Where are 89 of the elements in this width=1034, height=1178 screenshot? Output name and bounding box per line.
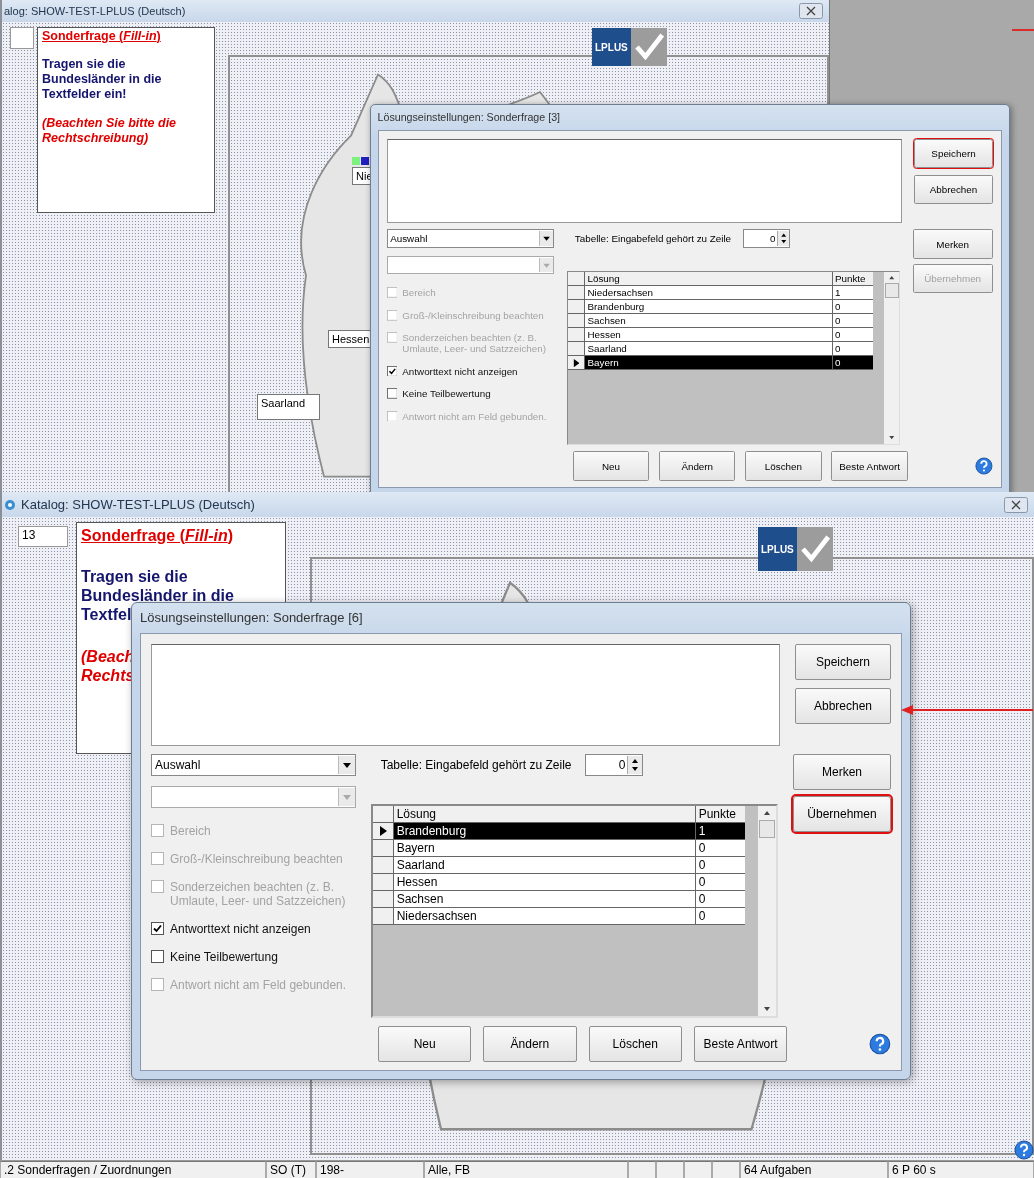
question-text-line: Textfelder ein! (42, 87, 127, 102)
question-text-line: Tragen sie die (42, 57, 126, 72)
logo-text: LPLUS (592, 28, 631, 66)
status-field: Alle, FB (424, 1161, 628, 1178)
dialog-button[interactable]: Übernehmen (793, 796, 891, 832)
number-spinner[interactable]: 0 (742, 229, 791, 248)
scroll-thumb[interactable] (759, 820, 775, 838)
checkbox-label[interactable]: Antworttext nicht anzeigen (402, 365, 518, 377)
number-field[interactable]: 13 (18, 526, 68, 547)
help-icon[interactable] (869, 1033, 891, 1055)
table-row[interactable]: Sachsen 0 (372, 891, 745, 908)
dialog-button[interactable]: Löschen (588, 1026, 682, 1062)
table-row[interactable]: Hessen 0 (567, 328, 873, 343)
dialog-button[interactable]: Neu (572, 451, 650, 481)
table-row[interactable]: Niedersachsen 0 (372, 908, 745, 925)
dialog-button[interactable]: Ändern (659, 451, 736, 481)
dialog-button[interactable]: Beste Antwort (831, 451, 908, 481)
checkbox[interactable] (151, 922, 164, 935)
checkbox-label[interactable]: Keine Teilbewertung (402, 388, 491, 400)
text-area[interactable] (386, 138, 902, 223)
dialog-button[interactable]: Beste Antwort (693, 1026, 788, 1062)
dialog-button[interactable]: Neu (378, 1026, 472, 1062)
window-title: Katalog: SHOW-TEST-LPLUS (Deutsch) (21, 497, 256, 512)
dialog-title: Lösungseinstellungen: Sonderfrage [3] (377, 110, 562, 125)
dialog-button[interactable]: Abbrechen (795, 688, 891, 724)
column-header: Punkte (833, 271, 867, 285)
window-title: alog: SHOW-TEST-LPLUS (Deutsch) (4, 5, 187, 17)
question-heading: Sonderfrage (Fill-in) (81, 527, 233, 545)
status-panel (656, 1161, 684, 1178)
question-note-line: Rechtschreibung) (42, 131, 149, 146)
table-row[interactable]: Bayern 0 (567, 356, 873, 371)
table-row[interactable]: Bayern 0 (372, 840, 745, 857)
column-header: Lösung (585, 271, 833, 285)
question-text-line: Bundesländer in die (42, 72, 162, 87)
status-panel (712, 1161, 740, 1178)
checkbox[interactable] (386, 388, 398, 399)
status-field: 6 P 60 s (888, 1161, 1034, 1178)
column-header: Punkte (697, 806, 738, 822)
text-area[interactable] (151, 644, 780, 746)
app-icon (4, 498, 16, 511)
checkbox-label[interactable]: Antworttext nicht anzeigen (170, 922, 311, 936)
question-note-line: (Beachten Sie bitte die (42, 116, 177, 131)
logo-text: LPLUS (758, 527, 797, 571)
dialog-button[interactable]: Speichern (795, 644, 891, 680)
dialog-button[interactable]: Abbrechen (914, 174, 993, 205)
row-pointer-icon (572, 358, 580, 367)
help-icon[interactable] (975, 457, 993, 476)
number-field[interactable] (10, 27, 34, 49)
status-field: 64 Aufgaben (740, 1161, 888, 1178)
dialog-button[interactable]: Merken (793, 754, 891, 790)
number-spinner[interactable]: 0 (585, 754, 644, 776)
checkbox-label[interactable]: Keine Teilbewertung (170, 950, 278, 964)
dialog-title: Lösungseinstellungen: Sonderfrage [6] (140, 609, 364, 627)
dialog-button[interactable]: Löschen (745, 451, 822, 481)
status-field: SO (T) (266, 1161, 316, 1178)
dialog-button[interactable]: Ändern (483, 1026, 577, 1062)
question-text-line: Tragen sie die (81, 567, 188, 587)
table-row[interactable]: Hessen 0 (372, 874, 745, 891)
column-header: Lösung (393, 806, 696, 822)
row-label: Tabelle: Eingabefeld gehört zu Zeile (574, 233, 732, 244)
status-panel (684, 1161, 712, 1178)
dropdown[interactable] (151, 786, 356, 808)
dropdown[interactable] (386, 255, 555, 275)
scrollbar[interactable] (884, 271, 900, 444)
question-text-line: Textfel (81, 605, 132, 625)
row-pointer-icon (378, 826, 387, 836)
dropdown[interactable]: Auswahl (151, 754, 356, 776)
table-row[interactable]: Saarland 0 (567, 342, 873, 357)
close-icon[interactable] (799, 3, 823, 19)
close-icon[interactable] (1004, 496, 1028, 513)
status-field: .2 Sonderfragen / Zuordnungen (0, 1161, 266, 1178)
checkbox[interactable] (151, 950, 164, 963)
checkbox[interactable] (386, 365, 398, 377)
status-panel (628, 1161, 656, 1178)
status-field: 198- (316, 1161, 424, 1178)
help-icon[interactable] (1014, 1140, 1034, 1160)
dialog-button[interactable]: Speichern (914, 138, 993, 169)
question-text-line: Bundesländer in die (81, 586, 234, 606)
table-row[interactable]: Saarland 0 (372, 857, 745, 874)
table-row[interactable]: Brandenburg 1 (372, 823, 745, 840)
row-label: Tabelle: Eingabefeld gehört zu Zeile (380, 758, 572, 772)
scrollbar[interactable] (758, 806, 776, 1016)
scroll-thumb[interactable] (885, 283, 899, 299)
table-row[interactable]: Sachsen 0 (567, 314, 873, 329)
dialog-button[interactable]: Merken (912, 229, 993, 259)
marker-icon (352, 157, 369, 165)
question-heading: Sonderfrage (Fill-in) (42, 29, 161, 43)
dropdown[interactable]: Auswahl (386, 229, 555, 248)
map-text-field[interactable]: Saarland (257, 394, 320, 420)
